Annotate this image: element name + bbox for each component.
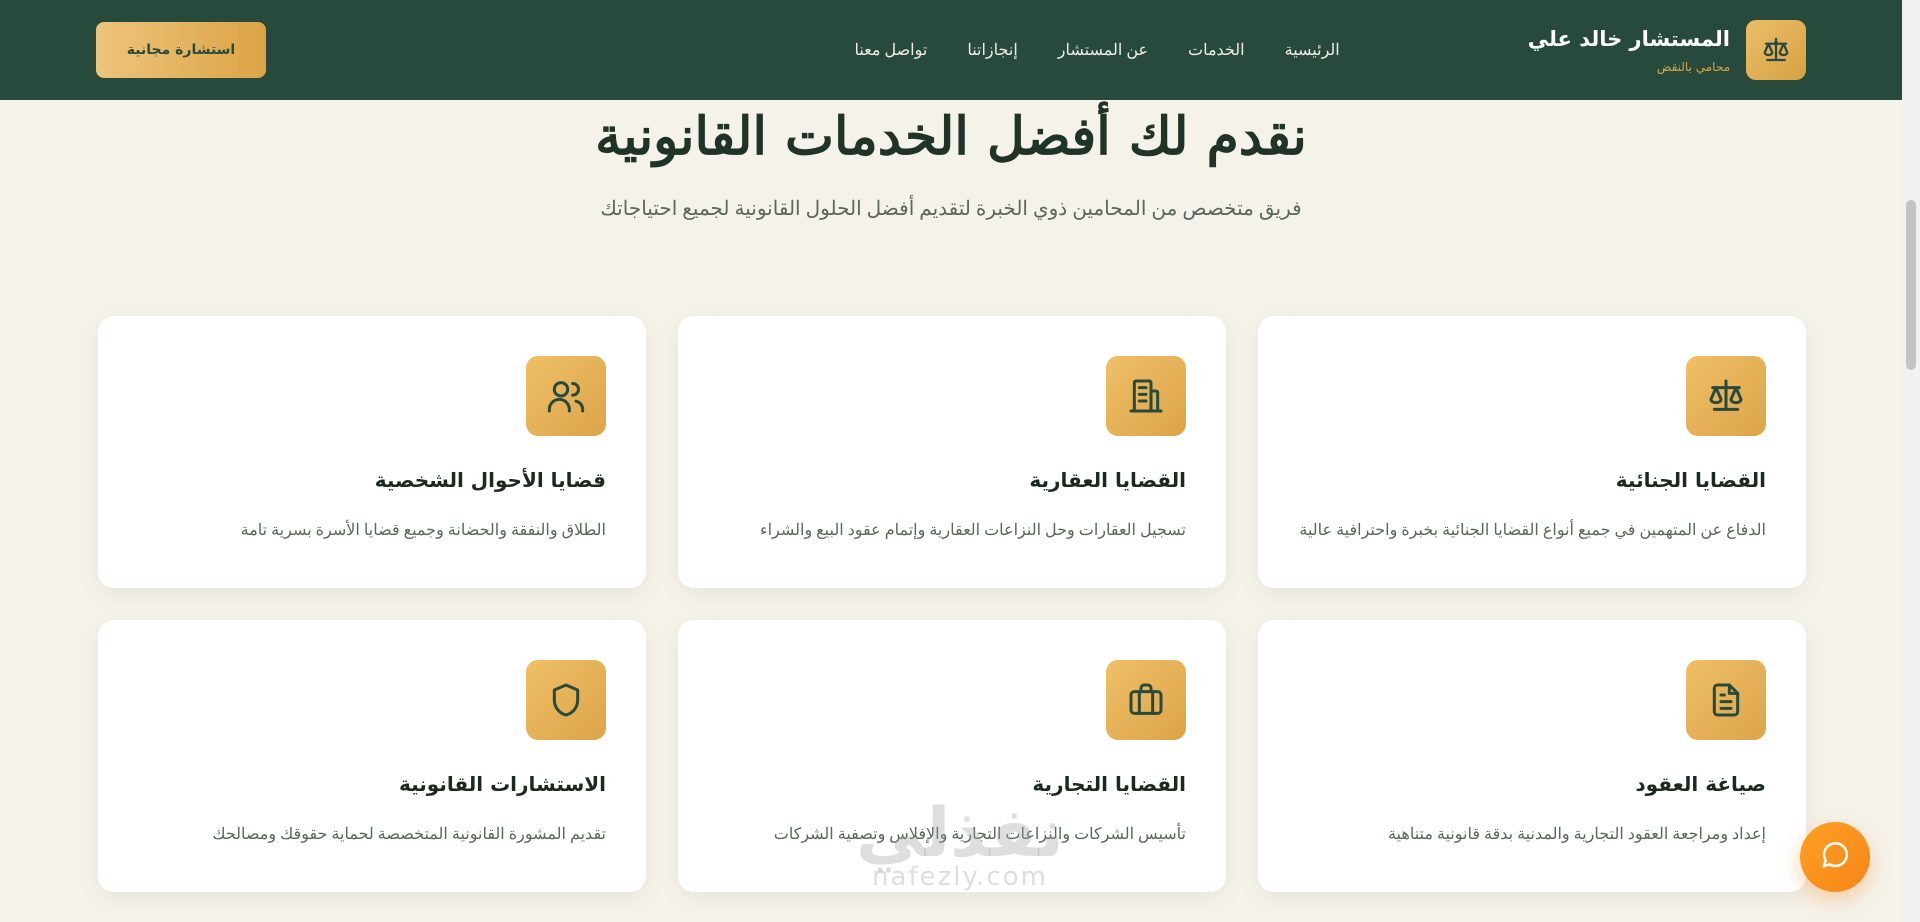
chat-bubble-icon (1818, 838, 1852, 876)
services-grid: القضايا الجنائية الدفاع عن المتهمين في ج… (96, 316, 1806, 892)
page-title: نقدم لك أفضل الخدمات القانونية (595, 106, 1307, 167)
nav-services[interactable]: الخدمات (1188, 40, 1245, 60)
scales-icon (1746, 20, 1806, 80)
service-description: تأسيس الشركات والنزاعات التجارية والإفلا… (773, 826, 1186, 843)
briefcase-icon (1106, 660, 1186, 740)
nav-home[interactable]: الرئيسية (1285, 40, 1340, 60)
brand-subtitle: محامي بالنقض (1656, 59, 1730, 74)
scrollbar-thumb[interactable] (1906, 200, 1916, 370)
services-hero: نقدم لك أفضل الخدمات القانونية فريق متخص… (0, 100, 1902, 221)
service-description: إعداد ومراجعة العقود التجارية والمدنية ب… (1387, 826, 1766, 843)
users-icon (526, 356, 606, 436)
service-card-contracts[interactable]: صياغة العقود إعداد ومراجعة العقود التجار… (1258, 620, 1806, 892)
service-title: قضايا الأحوال الشخصية (374, 468, 606, 492)
service-description: الدفاع عن المتهمين في جميع أنواع القضايا… (1299, 522, 1766, 539)
shield-icon (526, 660, 606, 740)
service-description: تقديم المشورة القانونية المتخصصة لحماية … (212, 826, 606, 843)
service-description: تسجيل العقارات وحل النزاعات العقارية وإت… (760, 522, 1186, 539)
page-scrollbar[interactable] (1902, 0, 1920, 922)
brand-title: المستشار خالد علي (1527, 27, 1730, 52)
service-description: الطلاق والنفقة والحضانة وجميع قضايا الأس… (240, 522, 606, 539)
service-title: القضايا التجارية (1032, 772, 1186, 796)
nav-about[interactable]: عن المستشار (1058, 40, 1148, 60)
scales-icon (1686, 356, 1766, 436)
nav-contact[interactable]: تواصل معنا (854, 40, 927, 60)
nav-achievements[interactable]: إنجازاتنا (967, 40, 1017, 60)
document-icon (1686, 660, 1766, 740)
free-consultation-button[interactable]: استشارة مجانية (96, 22, 266, 78)
service-title: الاستشارات القانونية (399, 772, 606, 796)
service-card-real-estate[interactable]: القضايا العقارية تسجيل العقارات وحل النز… (678, 316, 1226, 588)
service-card-criminal[interactable]: القضايا الجنائية الدفاع عن المتهمين في ج… (1258, 316, 1806, 588)
site-header: المستشار خالد علي محامي بالنقض الرئيسية … (0, 0, 1902, 100)
service-card-commercial[interactable]: القضايا التجارية تأسيس الشركات والنزاعات… (678, 620, 1226, 892)
service-title: القضايا العقارية (1029, 468, 1186, 492)
building-icon (1106, 356, 1186, 436)
page-subtitle: فريق متخصص من المحامين ذوي الخبرة لتقديم… (600, 198, 1302, 221)
service-card-consulting[interactable]: الاستشارات القانونية تقديم المشورة القان… (98, 620, 646, 892)
main-nav: الرئيسية الخدمات عن المستشار إنجازاتنا ت… (854, 40, 1339, 60)
service-card-family[interactable]: قضايا الأحوال الشخصية الطلاق والنفقة وال… (98, 316, 646, 588)
brand[interactable]: المستشار خالد علي محامي بالنقض (1528, 20, 1806, 80)
service-title: القضايا الجنائية (1615, 468, 1766, 492)
service-title: صياغة العقود (1635, 772, 1766, 796)
chat-button[interactable] (1800, 822, 1870, 892)
